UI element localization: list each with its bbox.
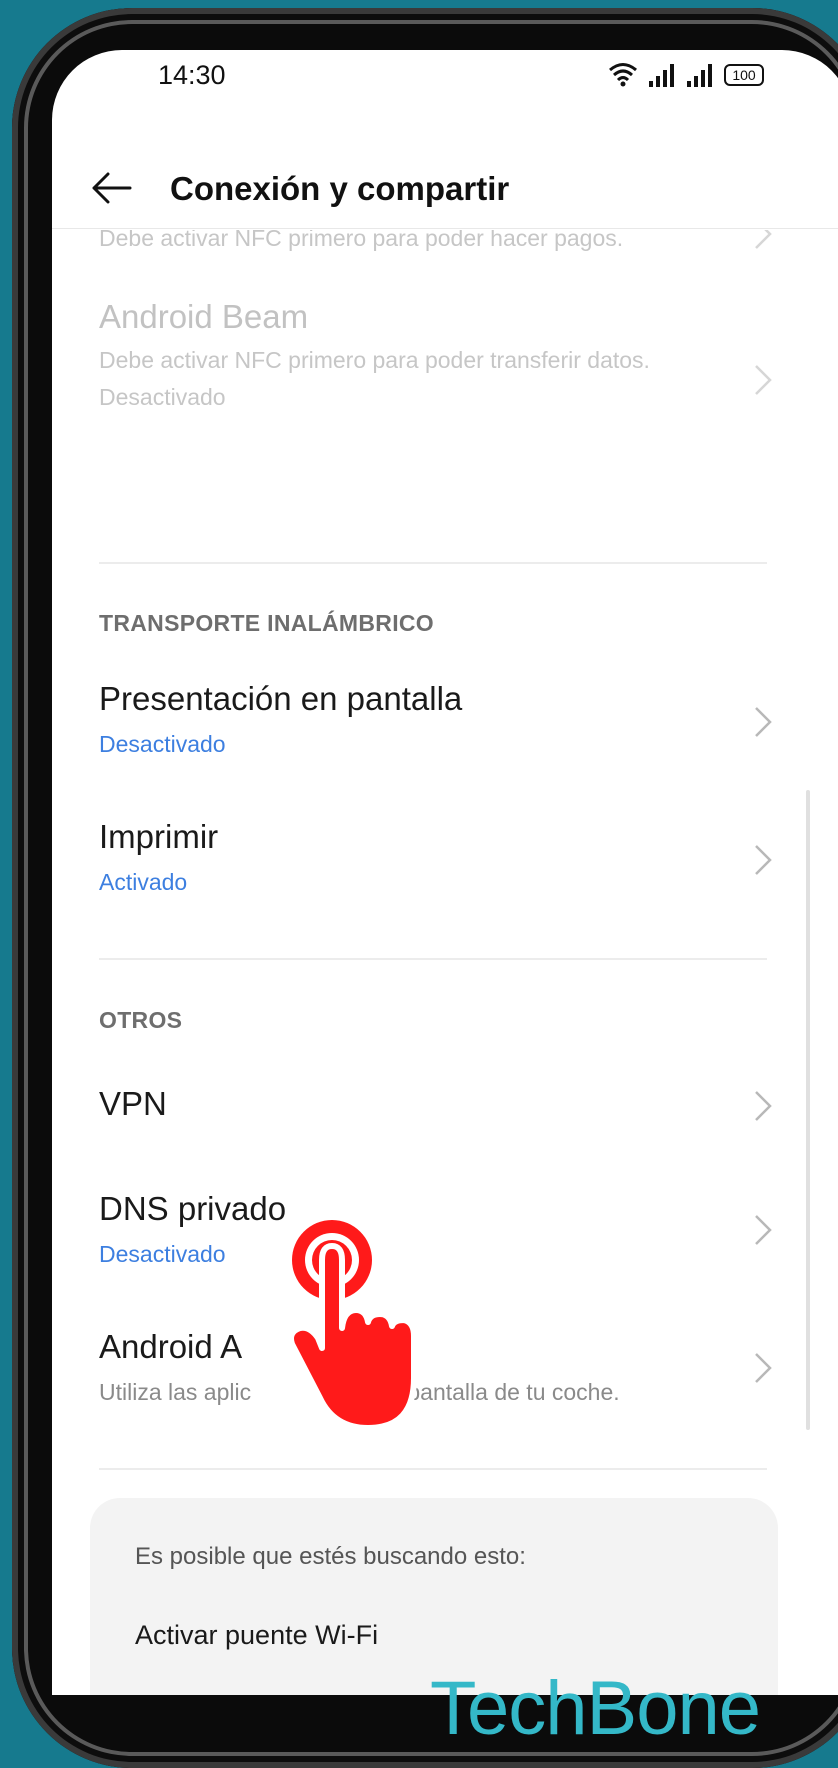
list-item-title: Android A	[99, 1328, 243, 1365]
signal-icon-2	[687, 64, 712, 87]
list-item-status: Desactivado	[99, 731, 226, 757]
status-icons: 100	[608, 62, 764, 88]
suggestion-item-wifi-bridge[interactable]: Activar puente Wi-Fi	[135, 1620, 378, 1651]
chevron-right-icon	[755, 365, 772, 395]
chevron-right-icon	[755, 230, 772, 249]
chevron-right-icon	[755, 1353, 772, 1383]
page-title: Conexión y compartir	[170, 170, 510, 207]
subtitle-start: Utiliza las aplic	[99, 1379, 252, 1405]
chevron-right-icon	[755, 845, 772, 875]
list-item-android-beam[interactable]: Android Beam Debe activar NFC primero pa…	[99, 298, 769, 416]
section-divider	[99, 958, 767, 960]
watermark-logo: TechBone	[430, 1666, 761, 1751]
app-header: Conexión y compartir	[52, 150, 838, 230]
list-item-status: Activado	[99, 869, 188, 895]
section-header-others: OTROS	[99, 1007, 183, 1033]
chevron-right-icon	[755, 707, 772, 737]
list-item-vpn[interactable]: VPN	[99, 1085, 769, 1123]
phone-screen: 14:30 100 Conexión y compartir Debe acti…	[52, 50, 838, 1695]
chevron-right-icon	[755, 1215, 772, 1245]
back-arrow-icon[interactable]	[90, 170, 132, 206]
list-item-status: Desactivado	[99, 1241, 226, 1267]
battery-icon: 100	[724, 64, 764, 86]
list-item-subtitle: Debe activar NFC primero para poder tran…	[99, 347, 650, 373]
battery-level: 100	[732, 67, 756, 83]
status-bar: 14:30 100	[52, 50, 838, 120]
list-item-print[interactable]: Imprimir Activado	[99, 818, 769, 901]
list-item-subtitle: Debe activar NFC primero para poder hace…	[99, 230, 624, 251]
list-item-private-dns[interactable]: DNS privado Desactivado	[99, 1190, 769, 1273]
list-item-screen-cast[interactable]: Presentación en pantalla Desactivado	[99, 680, 769, 763]
list-item-title: Android Beam	[99, 298, 309, 335]
suggestion-label: Es posible que estés buscando esto:	[135, 1543, 526, 1570]
list-item-title: DNS privado	[99, 1190, 287, 1227]
signal-icon	[649, 64, 674, 87]
list-item-nfc-pay[interactable]: Debe activar NFC primero para poder hace…	[99, 230, 769, 257]
list-item-title: Imprimir	[99, 818, 219, 855]
list-item-android-auto[interactable]: Android A Utiliza las aplic en la pantall…	[99, 1328, 769, 1411]
list-item-subtitle: Utiliza las aplic en la pantalla de tu co…	[99, 1374, 769, 1411]
status-time: 14:30	[158, 60, 226, 90]
wifi-icon	[609, 63, 637, 87]
list-item-title: Presentación en pantalla	[99, 680, 463, 717]
chevron-right-icon	[755, 1091, 772, 1121]
list-item-status: Desactivado	[99, 384, 226, 410]
section-divider	[99, 1468, 767, 1470]
scrollbar[interactable]	[806, 790, 810, 1430]
tap-hand-icon	[290, 1220, 417, 1431]
section-header-wireless: TRANSPORTE INALÁMBRICO	[99, 610, 434, 636]
list-item-title: VPN	[99, 1085, 167, 1122]
section-divider	[99, 562, 767, 564]
header-divider	[52, 228, 838, 229]
settings-list[interactable]: Debe activar NFC primero para poder hace…	[52, 230, 838, 1695]
